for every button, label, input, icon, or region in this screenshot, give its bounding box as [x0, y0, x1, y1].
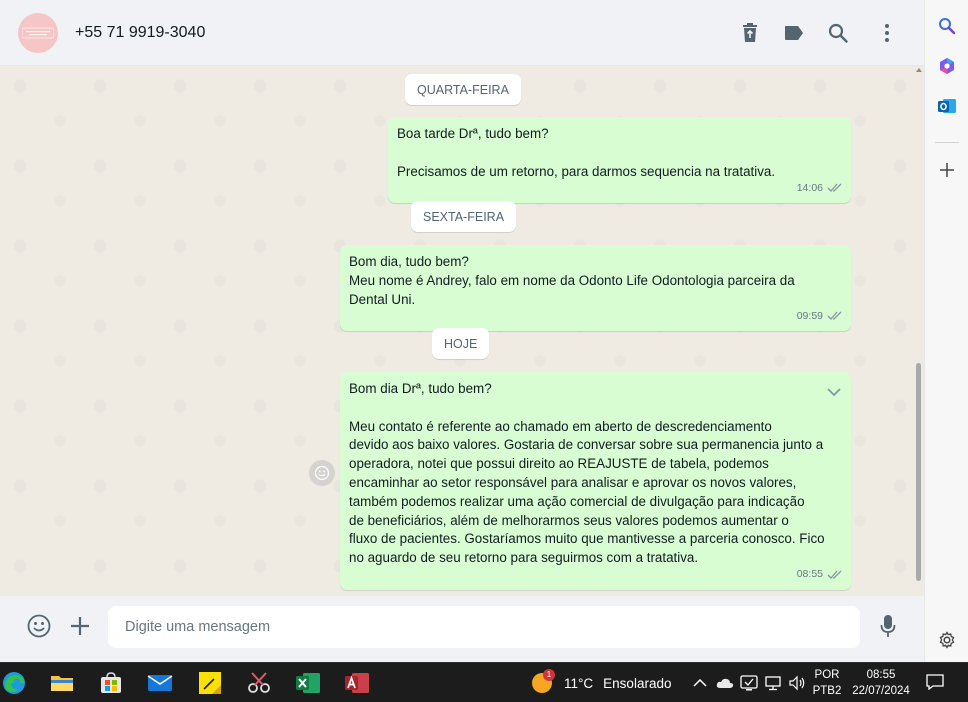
excel-icon[interactable] — [294, 669, 322, 697]
file-explorer-icon[interactable] — [48, 669, 76, 697]
clock-date: 22/07/2024 — [852, 685, 910, 697]
message-line: operadora, notei que possui direito ao R… — [349, 456, 769, 472]
composer — [0, 596, 924, 662]
keyboard-layout: PTB2 — [812, 685, 842, 697]
chat-panel: +55 71 9919-3040 QUARTA-FEIRA Boa tarde … — [0, 0, 924, 662]
message-line: encaminhar ao setor responsável para ana… — [349, 474, 797, 490]
plus-icon[interactable] — [67, 613, 93, 639]
message-time: 08:55 — [796, 568, 823, 581]
trash-icon[interactable] — [739, 22, 761, 44]
day-divider: HOJE — [432, 328, 490, 359]
message-line: de beneficiários, além de melhorarmos se… — [349, 512, 789, 528]
message-gap — [397, 144, 842, 163]
message-meta: 14:06 — [797, 179, 843, 198]
notification-badge: 1 — [543, 669, 555, 681]
access-icon[interactable] — [343, 669, 371, 697]
double-check-icon — [827, 570, 842, 580]
onedrive-cloud-icon[interactable] — [715, 673, 735, 693]
store-icon[interactable] — [97, 669, 125, 697]
message-list[interactable]: QUARTA-FEIRA Boa tarde Drª, tudo bem? Pr… — [0, 66, 924, 596]
message-line: Dental Uni. — [349, 291, 416, 307]
message-input[interactable] — [108, 606, 860, 648]
message-meta: 08:55 — [797, 565, 843, 584]
language-indicator[interactable]: POR PTB2 — [812, 667, 842, 699]
scrollbar[interactable] — [914, 66, 923, 596]
day-divider: SEXTA-FEIRA — [411, 201, 517, 232]
settings-icon[interactable] — [935, 628, 959, 652]
browser-sidebar — [924, 0, 968, 662]
scroll-thumb[interactable] — [916, 363, 921, 581]
microphone-icon[interactable] — [875, 613, 901, 639]
volume-icon[interactable] — [787, 673, 807, 693]
message-line: devido aos baixo valores. Gostaria de co… — [349, 437, 824, 453]
message-gap — [349, 399, 821, 418]
message-line: Bom dia, tudo bem? — [349, 254, 469, 269]
message-line: fluxo de pacientes. Gostaríamos muito qu… — [349, 531, 825, 547]
double-check-icon — [827, 184, 842, 193]
message-line: Boa tarde Drª, tudo bem? — [397, 126, 549, 141]
network-icon[interactable] — [763, 673, 783, 693]
weather-widget[interactable]: 1 11°C Ensolarado — [532, 663, 671, 702]
message-bubble[interactable]: Bom dia Drª, tudo bem? Meu contato é ref… — [340, 372, 851, 590]
edge-icon[interactable] — [0, 669, 28, 697]
message-line: no aguardo de seu retorno para seguirmos… — [349, 550, 699, 566]
message-time: 09:59 — [796, 309, 823, 322]
message-line: Precisamos de um retorno, para darmos se… — [397, 163, 776, 179]
emoji-icon[interactable] — [26, 613, 52, 639]
weather-sun-icon: 1 — [532, 669, 555, 693]
taskbar: 1 11°C Ensolarado POR PTB2 08:55 22/07/2… — [0, 662, 968, 702]
weather-temperature: 11°C — [564, 675, 594, 691]
language-code: POR — [814, 669, 840, 681]
label-icon[interactable] — [783, 22, 805, 44]
mail-icon[interactable] — [146, 669, 174, 697]
screen: +55 71 9919-3040 QUARTA-FEIRA Boa tarde … — [0, 0, 968, 702]
security-icon[interactable] — [739, 673, 759, 693]
message-bubble[interactable]: Bom dia, tudo bem? Meu nome é Andrey, fa… — [340, 245, 851, 332]
message-line: Meu nome é Andrey, falo em nome da Odont… — [349, 272, 795, 288]
menu-dots-icon[interactable] — [876, 22, 898, 44]
avatar-logo — [21, 27, 55, 39]
outlook-icon[interactable] — [935, 94, 959, 118]
contact-name[interactable]: +55 71 9919-3040 — [75, 24, 205, 42]
add-icon[interactable] — [935, 158, 959, 182]
search-icon[interactable] — [827, 22, 849, 44]
message-line: Meu contato é referente ao chamado em ab… — [349, 418, 772, 434]
message-bubble[interactable]: Boa tarde Drª, tudo bem? Precisamos de u… — [388, 117, 851, 204]
day-divider: QUARTA-FEIRA — [405, 74, 521, 105]
double-check-icon — [827, 312, 842, 321]
snipping-tool-icon[interactable] — [245, 669, 273, 697]
react-emoji-icon[interactable] — [309, 460, 335, 486]
sidebar-divider — [935, 142, 959, 143]
chevron-down-icon[interactable] — [827, 384, 841, 403]
scroll-up-arrow[interactable] — [916, 68, 922, 72]
message-line: Bom dia Drª, tudo bem? — [349, 381, 492, 396]
clock[interactable]: 08:55 22/07/2024 — [848, 667, 914, 699]
message-line: também podemos realizar uma ação comerci… — [349, 493, 805, 509]
notifications-icon[interactable] — [924, 671, 946, 693]
message-meta: 09:59 — [797, 307, 843, 326]
chevron-up-icon[interactable] — [690, 673, 710, 693]
message-time: 14:06 — [796, 181, 823, 194]
avatar[interactable] — [18, 13, 58, 53]
search-icon[interactable] — [935, 14, 959, 38]
sticky-notes-icon[interactable] — [196, 669, 224, 697]
weather-description: Ensolarado — [603, 675, 672, 691]
copilot-icon[interactable] — [935, 54, 959, 78]
clock-time: 08:55 — [866, 669, 896, 681]
chat-header: +55 71 9919-3040 — [0, 0, 924, 66]
